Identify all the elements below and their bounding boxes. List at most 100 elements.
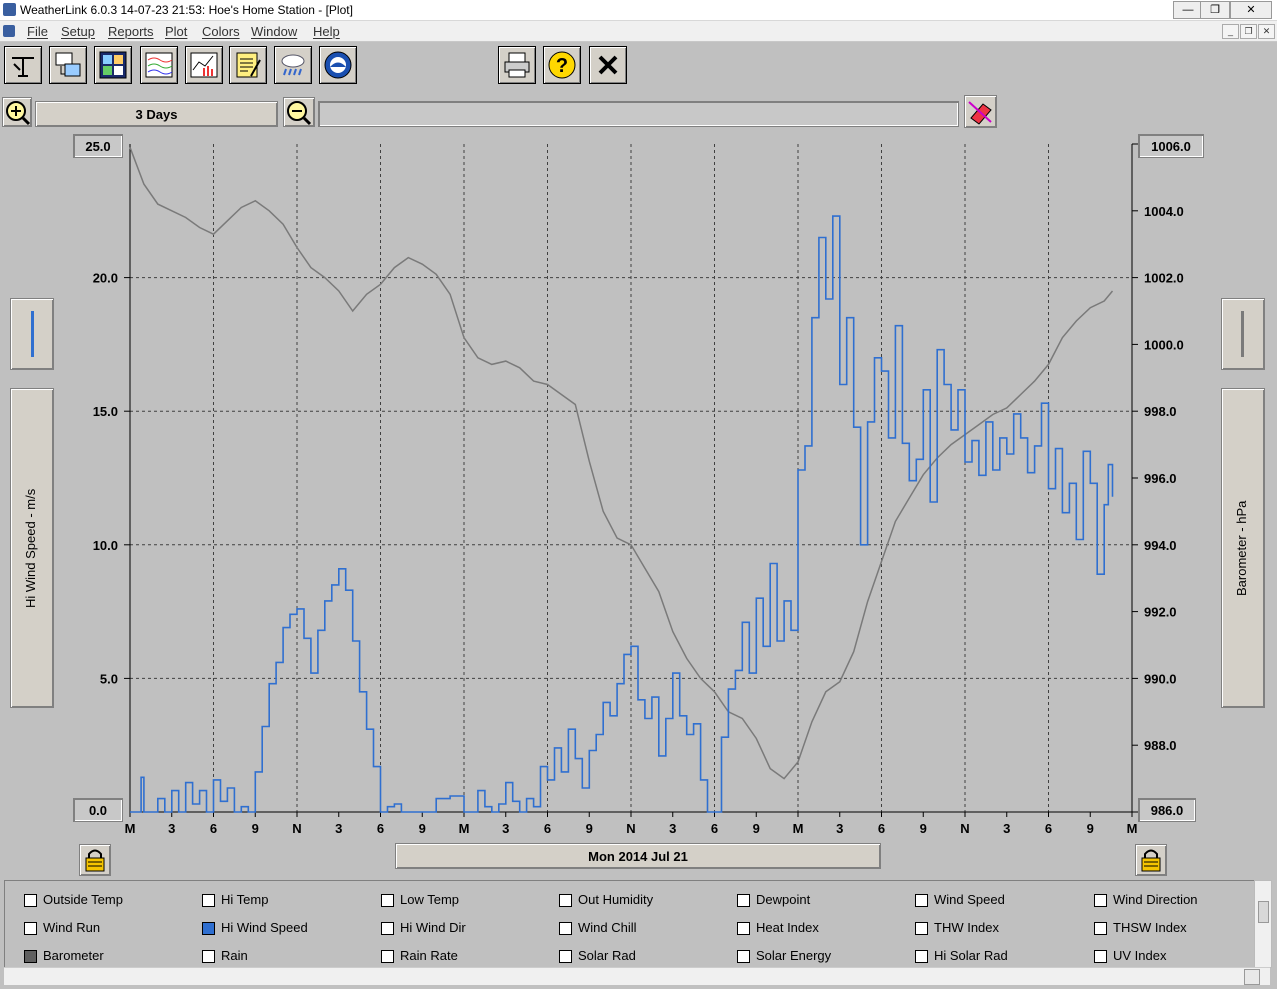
legend-scroll-thumb[interactable] — [1258, 901, 1269, 923]
right-tick-label: 998.0 — [1144, 404, 1177, 419]
legend-checkbox[interactable] — [202, 950, 215, 963]
legend-item-wind-chill[interactable]: Wind Chill — [559, 920, 637, 935]
legend-label: Wind Chill — [578, 920, 637, 935]
left-tick-label: 20.0 — [93, 271, 118, 286]
legend-label: Rain Rate — [400, 948, 458, 963]
right-tick-label: 992.0 — [1144, 605, 1177, 620]
x-tick-label: 6 — [544, 821, 551, 836]
legend-checkbox[interactable] — [737, 922, 750, 935]
legend-item-hi-temp[interactable]: Hi Temp — [202, 892, 269, 907]
x-tick-label: 9 — [753, 821, 760, 836]
legend-checkbox[interactable] — [559, 922, 572, 935]
x-tick-label: 9 — [252, 821, 259, 836]
series-legend-panel: Outside Temp Hi Temp Low Temp Out Humidity D… — [4, 880, 1260, 968]
plot-date-button[interactable]: Mon 2014 Jul 21 — [395, 843, 881, 869]
x-tick-label: 3 — [669, 821, 676, 836]
legend-item-barometer[interactable]: Barometer — [24, 948, 104, 963]
legend-checkbox[interactable] — [1094, 922, 1107, 935]
legend-checkbox[interactable] — [737, 950, 750, 963]
legend-label: Heat Index — [756, 920, 819, 935]
plot-chart[interactable]: 20.015.010.05.01004.01002.01000.0998.099… — [0, 0, 1277, 989]
right-tick-label: 1000.0 — [1144, 337, 1184, 352]
lock-icon — [85, 849, 105, 872]
right-tick-label: 1002.0 — [1144, 271, 1184, 286]
legend-label: Barometer — [43, 948, 104, 963]
legend-item-low-temp[interactable]: Low Temp — [381, 892, 460, 907]
legend-checkbox[interactable] — [915, 950, 928, 963]
x-tick-label: 3 — [836, 821, 843, 836]
x-tick-label: 3 — [168, 821, 175, 836]
left-lock-button[interactable] — [79, 844, 111, 876]
x-tick-label: M — [125, 821, 136, 836]
x-tick-label: 6 — [711, 821, 718, 836]
legend-checkbox[interactable] — [1094, 950, 1107, 963]
legend-label: Outside Temp — [43, 892, 123, 907]
lock-icon — [1141, 849, 1161, 872]
legend-checkbox[interactable] — [915, 894, 928, 907]
right-lock-button[interactable] — [1135, 844, 1167, 876]
legend-label: Hi Temp — [221, 892, 269, 907]
x-tick-label: M — [459, 821, 470, 836]
left-tick-label: 15.0 — [93, 404, 118, 419]
x-tick-label: 9 — [1087, 821, 1094, 836]
left-tick-label: 5.0 — [100, 671, 118, 686]
legend-checkbox[interactable] — [737, 894, 750, 907]
x-tick-label: 6 — [377, 821, 384, 836]
legend-label: Dewpoint — [756, 892, 811, 907]
legend-label: THW Index — [934, 920, 1000, 935]
legend-item-wind-run[interactable]: Wind Run — [24, 920, 101, 935]
horizontal-scrollbar[interactable] — [4, 967, 1270, 985]
legend-item-hi-wind-dir[interactable]: Hi Wind Dir — [381, 920, 466, 935]
legend-checkbox[interactable] — [559, 894, 572, 907]
legend-item-hi-wind-speed[interactable]: Hi Wind Speed — [202, 920, 308, 935]
legend-item-thsw-index[interactable]: THSW Index — [1094, 920, 1187, 935]
legend-checkbox[interactable] — [381, 950, 394, 963]
legend-label: Low Temp — [400, 892, 460, 907]
legend-checkbox[interactable] — [381, 894, 394, 907]
legend-item-solar-rad[interactable]: Solar Rad — [559, 948, 636, 963]
legend-item-wind-speed[interactable]: Wind Speed — [915, 892, 1005, 907]
legend-item-rain[interactable]: Rain — [202, 948, 248, 963]
legend-scrollbar[interactable] — [1254, 880, 1272, 968]
legend-label: Rain — [221, 948, 248, 963]
legend-item-heat-index[interactable]: Heat Index — [737, 920, 819, 935]
x-tick-label: 9 — [419, 821, 426, 836]
legend-checkbox[interactable] — [202, 894, 215, 907]
legend-checkbox[interactable] — [1094, 894, 1107, 907]
legend-label: Solar Rad — [578, 948, 636, 963]
legend-item-rain-rate[interactable]: Rain Rate — [381, 948, 458, 963]
legend-item-wind-direction[interactable]: Wind Direction — [1094, 892, 1198, 907]
legend-item-outside-temp[interactable]: Outside Temp — [24, 892, 123, 907]
legend-checkbox[interactable] — [24, 922, 37, 935]
legend-item-dewpoint[interactable]: Dewpoint — [737, 892, 811, 907]
legend-label: Hi Solar Rad — [934, 948, 1008, 963]
legend-label: Hi Wind Dir — [400, 920, 466, 935]
right-tick-label: 996.0 — [1144, 471, 1177, 486]
x-tick-label: 6 — [878, 821, 885, 836]
right-tick-label: 990.0 — [1144, 671, 1177, 686]
legend-checkbox[interactable] — [202, 922, 215, 935]
x-tick-label: 3 — [335, 821, 342, 836]
scroll-right-button[interactable] — [1244, 969, 1260, 985]
x-tick-label: 9 — [920, 821, 927, 836]
legend-item-out-humidity[interactable]: Out Humidity — [559, 892, 653, 907]
x-tick-label: 6 — [1045, 821, 1052, 836]
x-tick-label: N — [626, 821, 635, 836]
x-tick-label: M — [793, 821, 804, 836]
x-tick-label: M — [1127, 821, 1138, 836]
legend-item-hi-solar-rad[interactable]: Hi Solar Rad — [915, 948, 1008, 963]
x-tick-label: 9 — [586, 821, 593, 836]
legend-checkbox[interactable] — [24, 950, 37, 963]
legend-checkbox[interactable] — [915, 922, 928, 935]
x-tick-label: 3 — [1003, 821, 1010, 836]
legend-label: Hi Wind Speed — [221, 920, 308, 935]
legend-item-thw-index[interactable]: THW Index — [915, 920, 1000, 935]
legend-item-uv-index[interactable]: UV Index — [1094, 948, 1166, 963]
legend-checkbox[interactable] — [559, 950, 572, 963]
x-tick-label: 6 — [210, 821, 217, 836]
legend-label: Wind Run — [43, 920, 101, 935]
right-tick-label: 1004.0 — [1144, 204, 1184, 219]
legend-item-solar-energy[interactable]: Solar Energy — [737, 948, 831, 963]
legend-checkbox[interactable] — [24, 894, 37, 907]
legend-checkbox[interactable] — [381, 922, 394, 935]
